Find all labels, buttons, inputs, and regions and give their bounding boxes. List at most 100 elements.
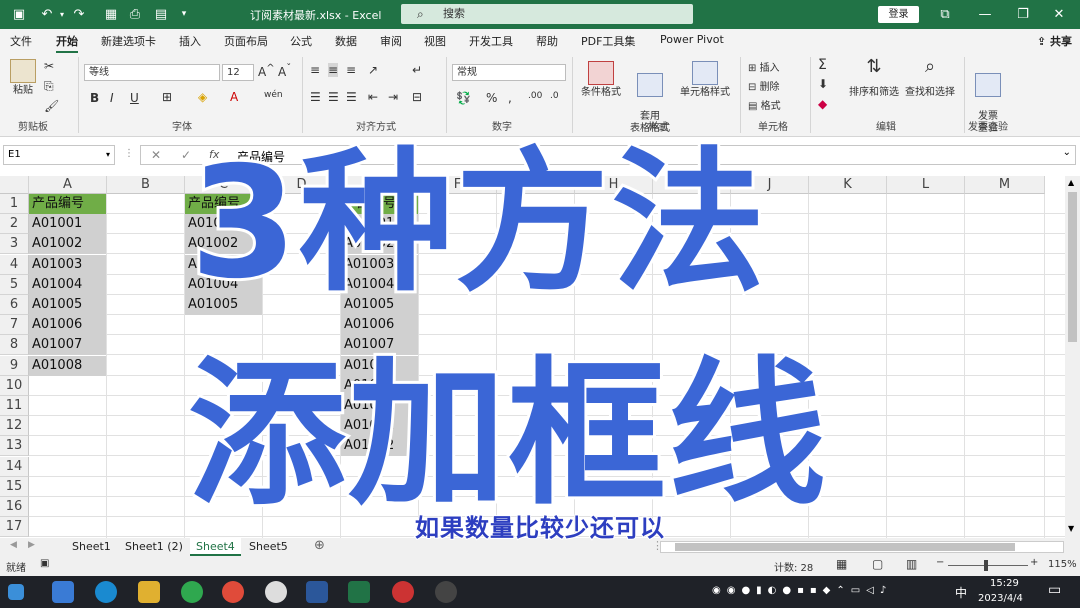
row-header-13[interactable]: 13	[0, 436, 29, 457]
menu-insert[interactable]: 插入	[179, 33, 201, 49]
row-header-4[interactable]: 4	[0, 254, 29, 275]
menu-review[interactable]: 审阅	[380, 33, 402, 49]
row-header-10[interactable]: 10	[0, 375, 29, 396]
cola-cell[interactable]: A01004	[29, 274, 106, 295]
row-header-1[interactable]: 1	[0, 194, 29, 214]
row-header-9[interactable]: 9	[0, 355, 29, 376]
menu-help[interactable]: 帮助	[536, 33, 558, 49]
qq-icon[interactable]	[265, 581, 287, 603]
notification-icon[interactable]: ▭	[1048, 582, 1061, 598]
row-header-6[interactable]: 6	[0, 295, 29, 315]
zoom-slider[interactable]	[948, 565, 1028, 566]
cancel-icon[interactable]: ✕	[151, 148, 161, 162]
page-break-view-icon[interactable]: ▥	[906, 557, 917, 571]
column-header-b[interactable]: B	[107, 176, 185, 194]
cola-cell[interactable]: 产品编号	[29, 194, 106, 214]
form-icon[interactable]: ▦	[102, 5, 120, 23]
menu-data[interactable]: 数据	[335, 33, 357, 49]
menu-home[interactable]: 开始	[56, 33, 78, 53]
column-header-k[interactable]: K	[809, 176, 887, 194]
excel-taskbar-icon[interactable]	[348, 581, 370, 603]
chrome-icon[interactable]	[222, 581, 244, 603]
menu-developer[interactable]: 开发工具	[469, 33, 513, 49]
row-header-12[interactable]: 12	[0, 416, 29, 437]
row-header-15[interactable]: 15	[0, 476, 29, 497]
row-header-7[interactable]: 7	[0, 315, 29, 336]
search-box[interactable]: ⌕ 搜索	[401, 4, 693, 24]
increase-font-icon[interactable]: A^	[258, 63, 275, 79]
expand-formula-icon[interactable]: ⌄	[1063, 147, 1071, 158]
menu-page-layout[interactable]: 页面布局	[224, 33, 268, 49]
clear-icon[interactable]: ◆	[818, 97, 827, 111]
close-icon[interactable]: ✕	[1050, 5, 1068, 23]
cola-cell[interactable]: A01007	[29, 335, 106, 356]
border-icon[interactable]: ⊞	[162, 90, 172, 104]
font-size-select[interactable]: 12	[222, 64, 254, 81]
autosum-icon[interactable]: Σ	[818, 57, 827, 73]
save-as-icon[interactable]: ▤	[152, 5, 170, 23]
undo-dropdown-icon[interactable]: ▾	[58, 5, 66, 23]
italic-button[interactable]: I	[110, 91, 114, 105]
font-name-select[interactable]: 等线	[84, 64, 220, 81]
edge-icon[interactable]	[95, 581, 117, 603]
autosave-icon[interactable]: ▣	[10, 5, 28, 23]
windows-start-icon[interactable]	[8, 584, 24, 600]
find-select-button[interactable]: ⌕ 查找和选择	[902, 58, 958, 99]
word-icon[interactable]	[306, 581, 328, 603]
undo-icon[interactable]: ↶	[38, 5, 56, 23]
vertical-scrollbar[interactable]: ▲ ▼	[1065, 176, 1080, 538]
app-bird-icon[interactable]	[52, 581, 74, 603]
insert-cells-button[interactable]: ⊞ 插入	[748, 59, 780, 74]
cut-icon[interactable]: ✂	[44, 59, 54, 73]
select-all-corner[interactable]	[0, 176, 29, 194]
column-header-l[interactable]: L	[887, 176, 965, 194]
wrap-text-icon[interactable]: ↵	[412, 63, 422, 77]
cola-cell[interactable]: A01008	[29, 355, 106, 376]
scroll-up-icon[interactable]: ▲	[1068, 178, 1074, 187]
bold-button[interactable]: B	[90, 91, 99, 105]
row-header-8[interactable]: 8	[0, 335, 29, 356]
row-header-3[interactable]: 3	[0, 234, 29, 255]
zoom-slider-thumb[interactable]	[984, 560, 988, 571]
row-header-2[interactable]: 2	[0, 214, 29, 235]
align-top-icon[interactable]: ≡	[310, 63, 320, 77]
row-header-11[interactable]: 11	[0, 396, 29, 416]
format-painter-icon[interactable]: 🖌	[44, 99, 59, 113]
app-green-icon[interactable]	[181, 581, 203, 603]
column-header-m[interactable]: M	[965, 176, 1045, 194]
menu-pdf-tools[interactable]: PDF工具集	[581, 33, 635, 49]
h-scroll-thumb[interactable]	[675, 543, 1015, 551]
zoom-level[interactable]: 115%	[1048, 559, 1077, 570]
normal-view-icon[interactable]: ▦	[836, 557, 847, 571]
menu-formulas[interactable]: 公式	[290, 33, 312, 49]
column-header-a[interactable]: A	[29, 176, 107, 194]
ime-indicator[interactable]: 中	[955, 584, 967, 601]
login-button[interactable]: 登录	[878, 6, 919, 23]
cola-cell[interactable]: A01003	[29, 254, 106, 275]
cola-cell[interactable]: A01002	[29, 234, 106, 255]
paste-button[interactable]: 粘贴	[8, 59, 38, 97]
decrease-font-icon[interactable]: Aˇ	[278, 63, 291, 79]
underline-button[interactable]: U	[130, 91, 139, 105]
cola-cell[interactable]: A01006	[29, 315, 106, 336]
restore-icon[interactable]: ❐	[1014, 5, 1032, 23]
row-header-5[interactable]: 5	[0, 274, 29, 295]
cell-styles-button[interactable]: 单元格样式	[676, 61, 734, 99]
menu-power-pivot[interactable]: Power Pivot	[660, 33, 724, 46]
name-box[interactable]: E1 ▾	[3, 145, 115, 165]
ribbon-display-icon[interactable]: ⧉	[936, 5, 954, 23]
sort-filter-button[interactable]: ⇅ 排序和筛选	[846, 58, 902, 99]
clock-time[interactable]: 15:29	[990, 578, 1019, 589]
orientation-icon[interactable]: ↗	[368, 63, 378, 77]
print-preview-icon[interactable]: ⎙	[126, 5, 144, 23]
menu-new-tab[interactable]: 新建选项卡	[101, 33, 156, 49]
app-recorder-icon[interactable]	[392, 581, 414, 603]
page-layout-view-icon[interactable]: ▢	[872, 557, 883, 571]
menu-file[interactable]: 文件	[10, 33, 32, 49]
app-record-icon[interactable]	[435, 581, 457, 603]
conditional-format-button[interactable]: 条件格式	[578, 61, 624, 99]
file-explorer-icon[interactable]	[138, 581, 160, 603]
cola-cell[interactable]: A01001	[29, 214, 106, 235]
tray-icons[interactable]: ◉◉●▮◐●▪▪◆⌃▭◁♪	[712, 585, 892, 596]
number-format-select[interactable]: 常规	[452, 64, 566, 81]
